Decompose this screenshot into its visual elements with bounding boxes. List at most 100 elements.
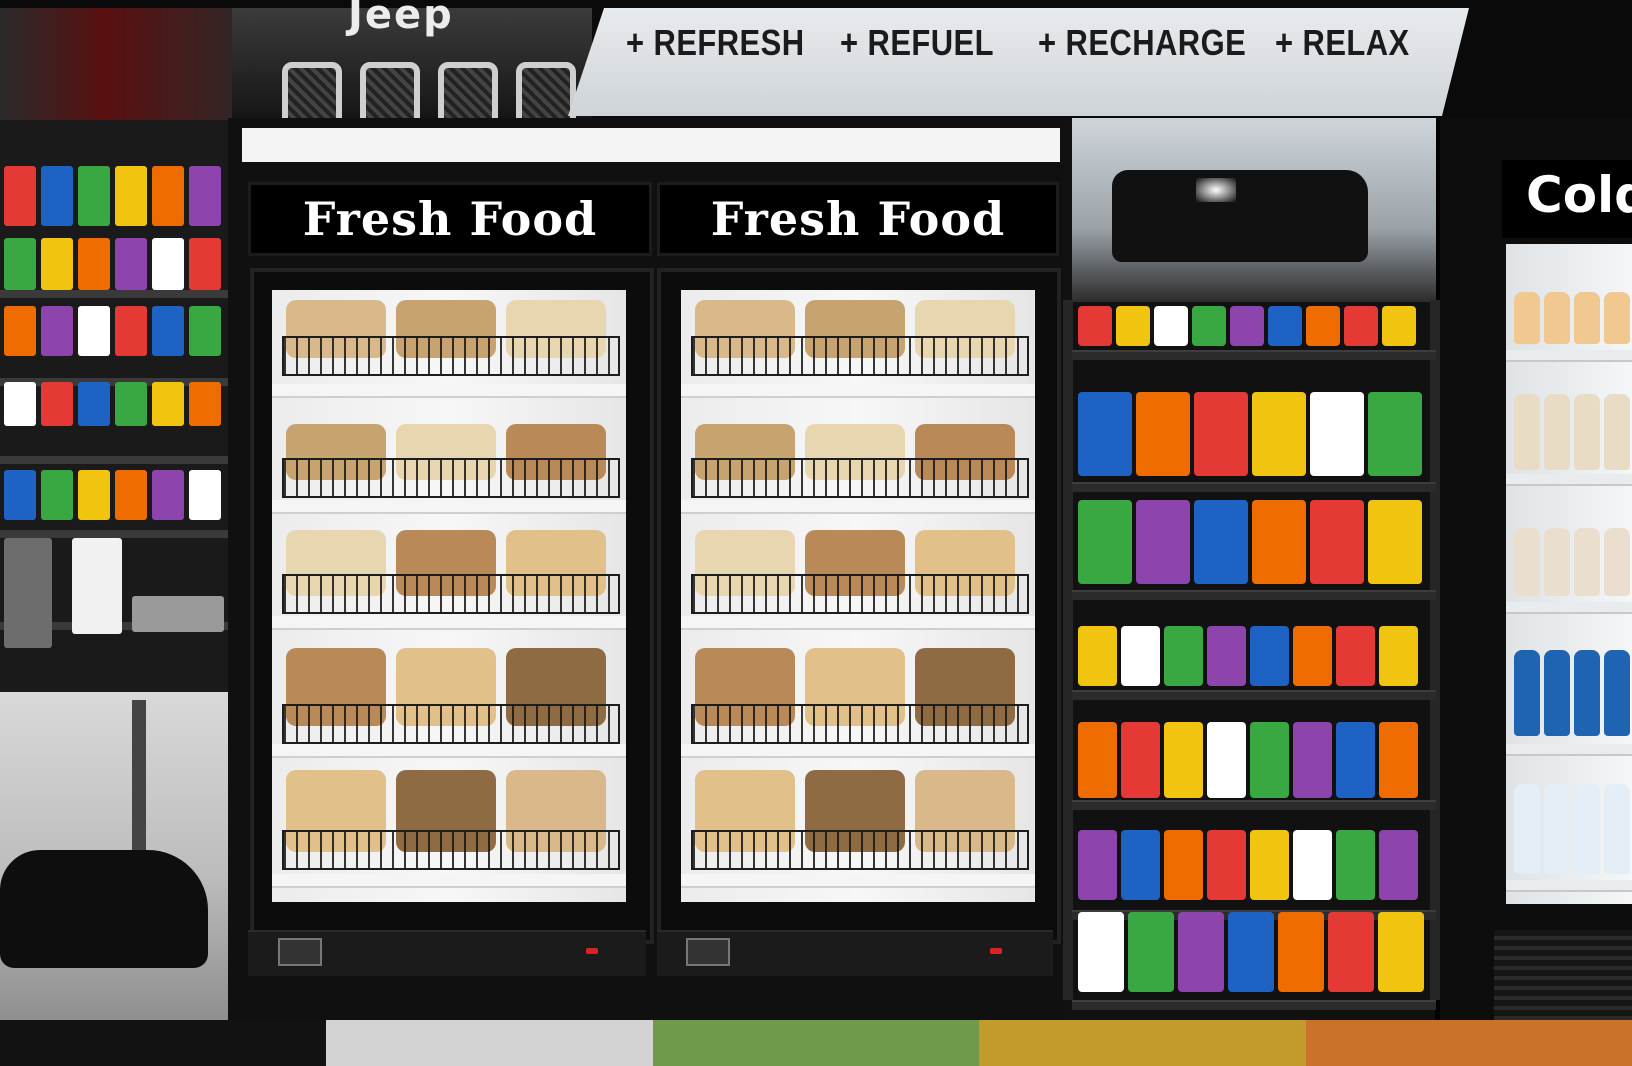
left-shelf [0, 530, 228, 538]
snack-bag [115, 238, 147, 290]
snack-package [1192, 306, 1226, 346]
snack-bag [4, 306, 36, 356]
snack-package [1078, 500, 1132, 584]
rack-shelf [1072, 482, 1436, 492]
cooler-shelf [1506, 602, 1632, 614]
snack-package [1344, 306, 1378, 346]
snack-bag [78, 306, 110, 356]
snack-bag [78, 382, 110, 426]
snack-package [1207, 722, 1246, 798]
bottle [1604, 784, 1630, 874]
snack-package [1194, 500, 1248, 584]
paper-towel [72, 538, 122, 634]
snack-bag [78, 166, 110, 226]
bottle [1604, 292, 1630, 344]
fridge-top-light [242, 128, 1060, 162]
color-strip-segment [1305, 1020, 1632, 1066]
jeep-silhouette [1112, 170, 1368, 262]
snack-package [1078, 306, 1112, 346]
snack-package [1379, 626, 1418, 686]
snack-package [1368, 500, 1422, 584]
snack-bag [115, 382, 147, 426]
snack-bag [152, 382, 184, 426]
snack-package [1382, 306, 1416, 346]
cooler-shelf [1506, 880, 1632, 892]
fridge-shelf [272, 744, 626, 758]
snack-bag [152, 238, 184, 290]
rack-shelf [1072, 350, 1436, 360]
wire-basket [282, 704, 620, 744]
snack-bag [41, 238, 73, 290]
fridge-shelf [681, 384, 1035, 398]
color-strip-segment [652, 1020, 980, 1066]
snack-package [1293, 830, 1332, 900]
snack-package [1078, 722, 1117, 798]
color-strip-segment [979, 1020, 1306, 1066]
fridge-indicator-light [990, 948, 1002, 954]
snack-bag [4, 382, 36, 426]
snack-package [1250, 722, 1289, 798]
cooler-shelf [1506, 474, 1632, 486]
snack-package [1128, 912, 1174, 992]
coffee-machine [4, 538, 52, 648]
bottle [1604, 650, 1630, 736]
fridge-shelf [272, 500, 626, 514]
snack-package [1228, 912, 1274, 992]
wire-basket [691, 336, 1029, 376]
snack-package [1078, 392, 1132, 476]
fridge-indicator-light [586, 948, 598, 954]
snack-package [1250, 830, 1289, 900]
snack-package [1194, 392, 1248, 476]
snack-bag [41, 166, 73, 226]
snack-package [1164, 830, 1203, 900]
fridge-shelf [272, 384, 626, 398]
bottle [1544, 528, 1570, 596]
snack-package [1136, 392, 1190, 476]
wire-basket [691, 458, 1029, 498]
snack-package [1328, 912, 1374, 992]
slogan-relax: + RELAX [1275, 22, 1410, 63]
wire-basket [282, 574, 620, 614]
fridge-shelf [681, 616, 1035, 630]
rack-shelf [1072, 590, 1436, 600]
snack-package [1336, 722, 1375, 798]
jeep-logo: Jeep [348, 0, 454, 38]
snack-package [1378, 912, 1424, 992]
cold-sign: Cold [1502, 160, 1632, 238]
snack-package [1207, 830, 1246, 900]
wire-basket [691, 830, 1029, 870]
bottle [1574, 528, 1600, 596]
fridge-shelf [272, 616, 626, 630]
wire-basket [282, 830, 620, 870]
snack-bag [189, 306, 221, 356]
cooler-shelf [1506, 744, 1632, 756]
bottle [1574, 394, 1600, 470]
snack-bag [41, 382, 73, 426]
sign-label: Fresh Food [710, 192, 1006, 246]
wire-basket [282, 336, 620, 376]
snack-bag [115, 470, 147, 520]
bottle [1514, 784, 1540, 874]
snack-package [1230, 306, 1264, 346]
slogan-refresh: + REFRESH [626, 22, 805, 63]
bottle [1574, 650, 1600, 736]
snack-bag [4, 166, 36, 226]
rack-shelf [1072, 690, 1436, 700]
snack-package [1293, 626, 1332, 686]
snack-package [1078, 626, 1117, 686]
snack-package [1121, 830, 1160, 900]
cooler-shelf [1506, 350, 1632, 362]
fresh-food-sign-left: Fresh Food [248, 182, 652, 256]
bottle [1514, 650, 1540, 736]
bottle [1574, 292, 1600, 344]
grille-slot [282, 62, 342, 120]
snack-package [1250, 626, 1289, 686]
snack-package [1336, 626, 1375, 686]
wire-basket [691, 574, 1029, 614]
cup-dispenser [132, 596, 224, 632]
rack-post [1430, 300, 1440, 1000]
fridge-shelf [681, 874, 1035, 888]
fridge-shelf [272, 874, 626, 888]
bottle [1544, 650, 1570, 736]
color-strip-segment [0, 1020, 327, 1066]
